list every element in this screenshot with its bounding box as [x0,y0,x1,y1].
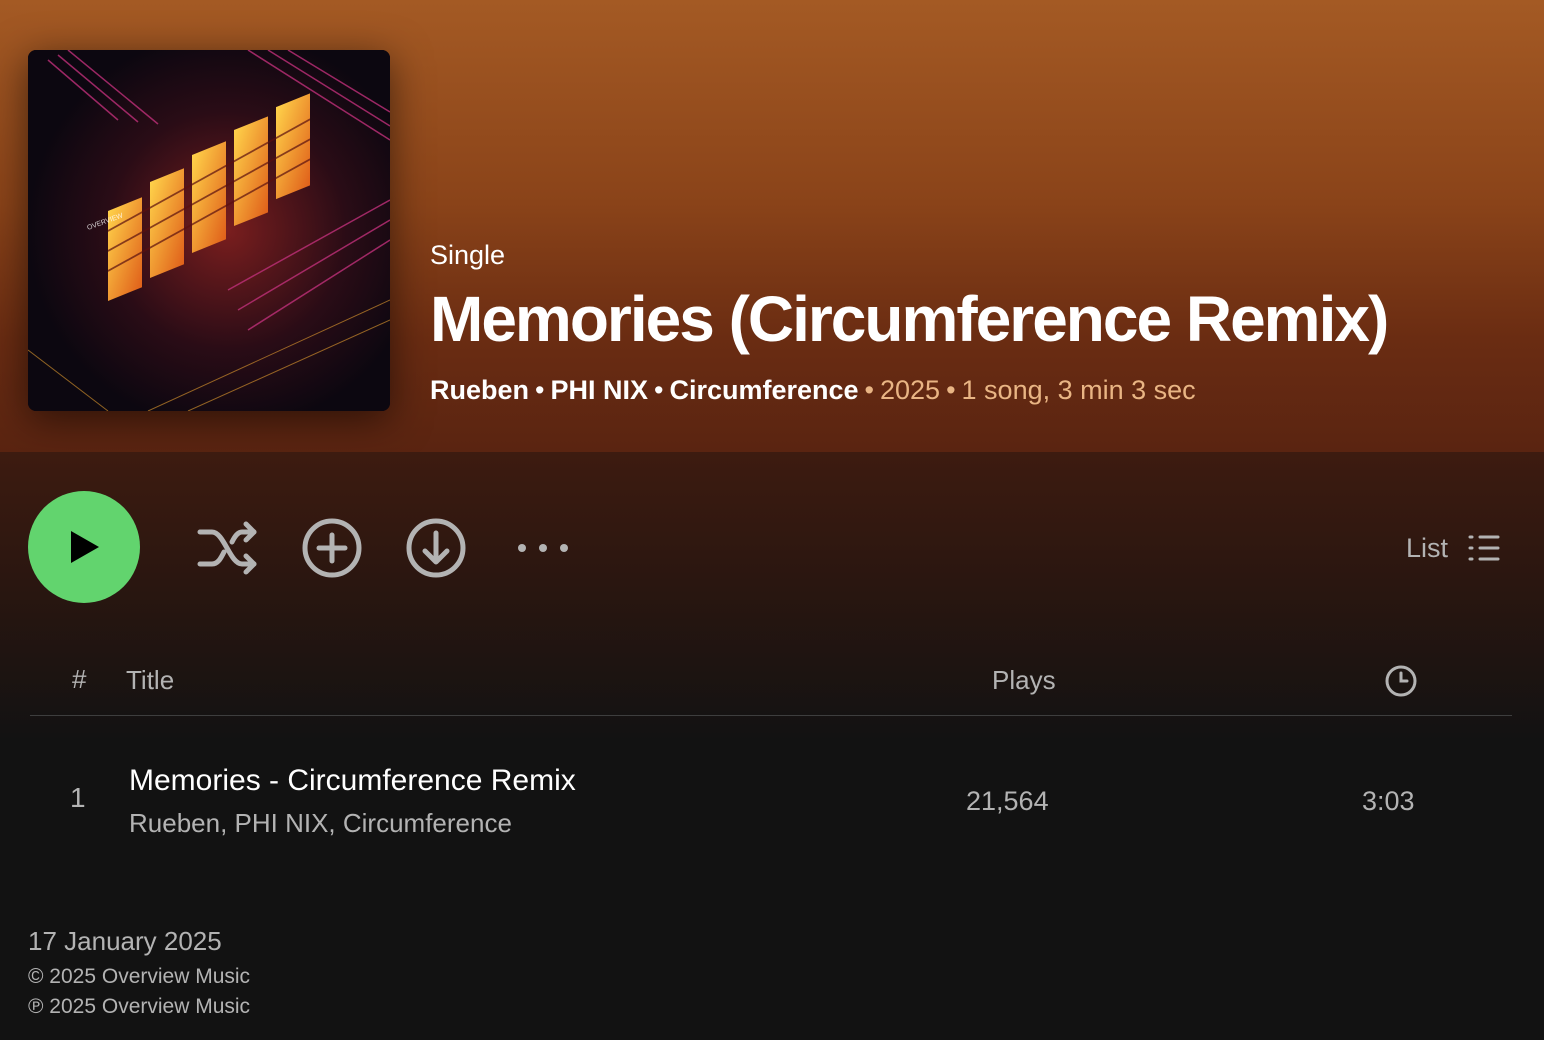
play-icon [71,531,99,563]
more-icon [518,544,568,552]
album-cover-image: OVERVIEW [28,50,390,411]
list-icon [1468,535,1500,561]
column-header-title: Title [126,665,175,695]
shuffle-icon [197,521,257,575]
release-footer: 17 January 2025 © 2025 Overview Music ℗ … [28,926,250,1019]
album-title: Memories (Circumference Remix) [430,283,1389,355]
track-duration: 3:03 [1362,786,1415,816]
track-number: 1 [70,782,86,813]
copyright-line: © 2025 Overview Music [28,965,251,988]
phonographic-copyright-line: ℗ 2025 Overview Music [28,995,251,1018]
album-type-label: Single [430,240,506,270]
download-icon [406,518,466,578]
track-artists[interactable]: Rueben, PHI NIX, Circumference [129,808,512,839]
more-options-button[interactable] [508,516,572,580]
release-year: 2025 [880,375,941,405]
separator-dot: • [864,375,874,405]
shuffle-button[interactable] [196,516,260,580]
release-date: 17 January 2025 [28,926,222,956]
view-toggle-label: List [1405,532,1448,563]
column-header-number: # [72,664,87,694]
separator-dot: • [535,375,545,405]
clock-icon [1385,665,1417,697]
add-circle-icon [302,518,362,578]
album-header: OVERVIEW Single Memories (Circumference … [0,0,1544,452]
album-meta: Single Memories (Circumference Remix) Ru… [430,240,1520,406]
album-cover-art[interactable]: OVERVIEW [28,50,390,411]
column-header-duration [1384,664,1418,705]
artist-link-rueben[interactable]: Rueben [430,375,529,405]
table-row[interactable]: 1 Memories - Circumference Remix Rueben,… [30,752,1512,848]
artist-link-phi-nix[interactable]: PHI NIX [550,375,648,405]
column-header-plays: Plays [992,665,1056,695]
add-to-library-button[interactable] [300,516,364,580]
separator-dot: • [946,375,956,405]
track-plays: 21,564 [966,786,1049,816]
album-summary: 1 song, 3 min 3 sec [961,375,1196,405]
album-byline: Rueben • PHI NIX • Circumference • 2025 • 1 song… [430,375,1520,406]
track-title[interactable]: Memories - Circumference Remix [129,764,576,798]
tracklist-header: # Title Plays [30,660,1512,716]
play-button[interactable] [28,491,140,603]
download-button[interactable] [404,516,468,580]
separator-dot: • [654,375,664,405]
artist-link-circumference[interactable]: Circumference [669,375,858,405]
view-toggle-button[interactable]: List [1406,528,1500,568]
